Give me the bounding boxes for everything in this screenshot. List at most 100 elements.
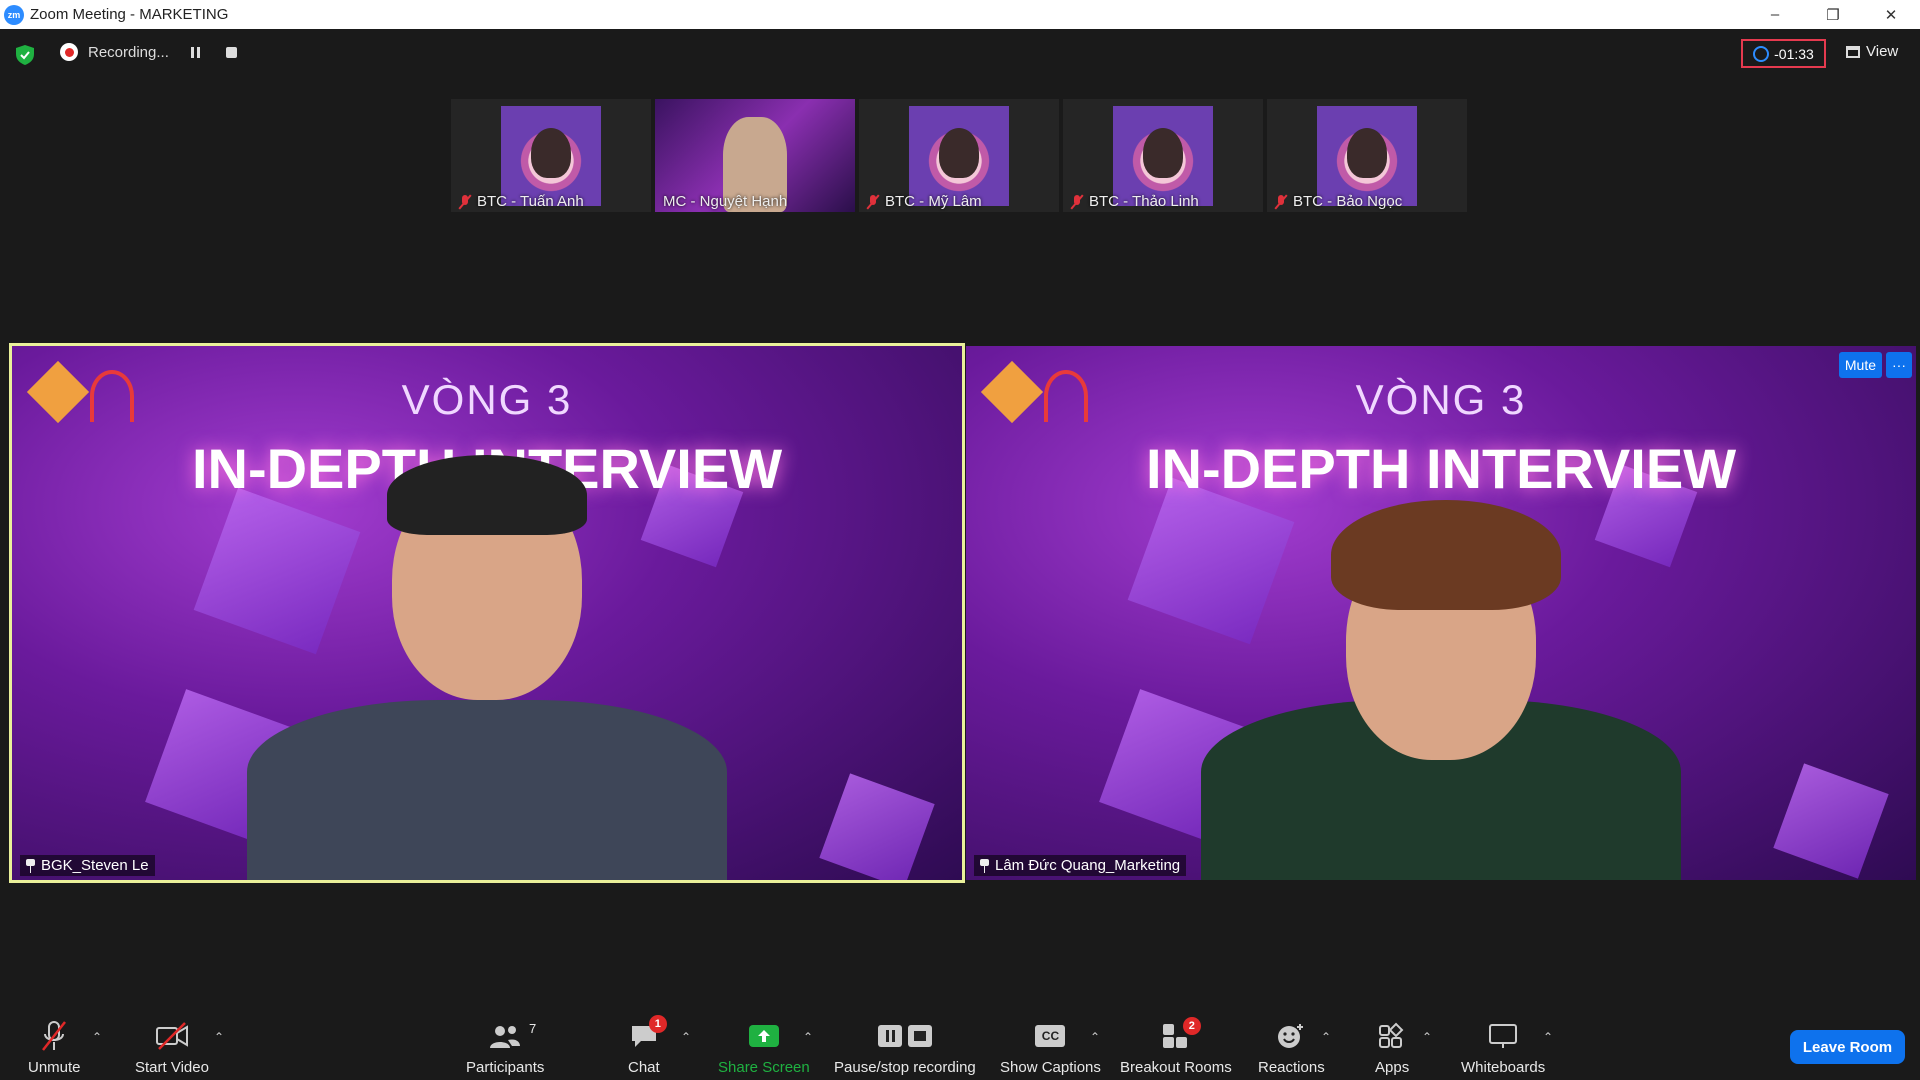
audio-options-chevron-icon[interactable]: ⌃ <box>92 1030 102 1044</box>
participant-name: BTC - Thảo Linh <box>1089 193 1199 210</box>
apps-options-chevron-icon[interactable]: ⌃ <box>1422 1030 1432 1044</box>
participants-label: Participants <box>466 1059 545 1076</box>
captions-icon: CC <box>1035 1025 1066 1047</box>
microphone-muted-icon <box>42 1021 67 1051</box>
minimize-button[interactable]: – <box>1746 0 1804 29</box>
video-tile-active-speaker[interactable]: VÒNG 3 IN-DEPTH INTERVIEW BGK_Steven Le <box>9 343 965 883</box>
recording-label: Recording... <box>88 43 169 61</box>
mute-participant-button[interactable]: Mute <box>1838 352 1882 378</box>
participant-name-label: BGK_Steven Le <box>20 855 155 876</box>
participant-name-label: BTC - Bảo Ngọc <box>1275 193 1402 210</box>
whiteboards-button[interactable]: Whiteboards <box>1461 1019 1545 1076</box>
leave-room-button[interactable]: Leave Room <box>1790 1030 1905 1064</box>
participants-icon <box>490 1026 521 1048</box>
captions-options-chevron-icon[interactable]: ⌃ <box>1090 1030 1100 1044</box>
view-button[interactable]: View <box>1846 43 1898 60</box>
video-tile[interactable]: VÒNG 3 IN-DEPTH INTERVIEW Mute ··· Lâm Đ… <box>966 346 1916 880</box>
share-screen-label: Share Screen <box>718 1059 810 1076</box>
participant-video <box>1181 490 1701 880</box>
pause-stop-recording-button[interactable]: Pause/stop recording <box>834 1019 976 1076</box>
participant-name-label: MC - Nguyệt Hạnh <box>663 193 787 210</box>
breakout-rooms-label: Breakout Rooms <box>1120 1059 1232 1076</box>
chat-unread-badge: 1 <box>648 1015 667 1033</box>
recording-indicator: Recording... <box>60 43 237 61</box>
recording-dot-icon <box>60 43 78 61</box>
chat-label: Chat <box>628 1059 660 1076</box>
meeting-topbar: Recording... -01:33 View <box>0 29 1920 79</box>
pause-stop-recording-label: Pause/stop recording <box>834 1059 976 1076</box>
mic-muted-icon <box>1275 194 1287 209</box>
participant-name: BTC - Mỹ Lâm <box>885 193 982 210</box>
unmute-label: Unmute <box>28 1059 81 1076</box>
participant-thumbnail[interactable]: BTC - Thảo Linh <box>1063 99 1263 212</box>
participant-name: BTC - Tuấn Anh <box>477 193 584 210</box>
breakout-rooms-badge: 2 <box>1182 1017 1201 1035</box>
chat-button[interactable]: 1 Chat <box>628 1015 667 1076</box>
share-screen-button[interactable]: Share Screen <box>718 1019 810 1076</box>
avatar <box>909 106 1009 206</box>
participant-name-label: BTC - Thảo Linh <box>1071 193 1199 210</box>
timer-value: -01:33 <box>1774 45 1814 62</box>
pause-stop-recording-icon <box>877 1025 932 1047</box>
participant-thumbnail[interactable]: BTC - Mỹ Lâm <box>859 99 1059 212</box>
apps-label: Apps <box>1375 1059 1410 1076</box>
stop-recording-icon[interactable] <box>225 46 237 58</box>
participant-name: MC - Nguyệt Hạnh <box>663 193 788 210</box>
security-shield-icon[interactable] <box>16 45 34 65</box>
pin-icon <box>980 858 989 873</box>
participant-name-label: BTC - Tuấn Anh <box>459 193 584 210</box>
timer-clock-icon <box>1753 45 1770 62</box>
restore-button[interactable]: ❐ <box>1804 0 1862 29</box>
show-captions-button[interactable]: CC Show Captions <box>1000 1019 1101 1076</box>
apps-button[interactable]: Apps <box>1375 1019 1409 1076</box>
show-captions-label: Show Captions <box>1000 1059 1101 1076</box>
participant-name: BGK_Steven Le <box>41 857 149 874</box>
meeting-timer[interactable]: -01:33 <box>1741 39 1826 68</box>
mic-muted-icon <box>1071 194 1083 209</box>
avatar <box>501 106 601 206</box>
mic-muted-icon <box>459 194 471 209</box>
reactions-button[interactable]: Reactions <box>1258 1019 1325 1076</box>
participants-button[interactable]: 7 Participants <box>466 1019 544 1076</box>
window-title: Zoom Meeting - MARKETING <box>30 6 229 23</box>
video-options-chevron-icon[interactable]: ⌃ <box>214 1030 224 1044</box>
participant-name-label: Lâm Đức Quang_Marketing <box>974 855 1187 876</box>
avatar <box>1113 106 1213 206</box>
close-button[interactable]: ✕ <box>1862 0 1920 29</box>
window-titlebar: zm Zoom Meeting - MARKETING – ❐ ✕ <box>0 0 1920 29</box>
breakout-rooms-button[interactable]: 2 Breakout Rooms <box>1120 1017 1232 1076</box>
whiteboard-icon <box>1489 1024 1518 1048</box>
reactions-label: Reactions <box>1258 1059 1325 1076</box>
whiteboards-label: Whiteboards <box>1461 1059 1546 1076</box>
participants-count: 7 <box>528 1021 537 1036</box>
start-video-label: Start Video <box>135 1059 209 1076</box>
participant-name-label: BTC - Mỹ Lâm <box>867 193 982 210</box>
participant-name: BTC - Bảo Ngọc <box>1293 193 1403 210</box>
video-off-icon <box>155 1022 188 1050</box>
background-heading-small: VÒNG 3 <box>401 376 573 423</box>
apps-icon <box>1379 1022 1404 1048</box>
start-video-button[interactable]: Start Video <box>135 1019 209 1076</box>
participant-thumbnail[interactable]: MC - Nguyệt Hạnh <box>655 99 855 212</box>
more-options-button[interactable]: ··· <box>1886 352 1912 378</box>
pause-recording-icon[interactable] <box>190 46 200 58</box>
meeting-toolbar: Unmute ⌃ Start Video ⌃ 7 Participants 1 … <box>0 1005 1920 1080</box>
participant-thumbnail-strip: BTC - Tuấn Anh MC - Nguyệt Hạnh BTC - Mỹ… <box>451 99 1467 212</box>
pin-icon <box>26 858 35 873</box>
unmute-button[interactable]: Unmute <box>28 1019 81 1076</box>
grid-view-icon <box>1846 45 1860 58</box>
share-screen-icon <box>748 1025 779 1047</box>
reactions-smiley-icon <box>1278 1024 1304 1048</box>
participant-thumbnail[interactable]: BTC - Tuấn Anh <box>451 99 651 212</box>
whiteboards-options-chevron-icon[interactable]: ⌃ <box>1543 1030 1553 1044</box>
participant-video <box>227 450 747 880</box>
chat-options-chevron-icon[interactable]: ⌃ <box>681 1030 691 1044</box>
reactions-options-chevron-icon[interactable]: ⌃ <box>1321 1030 1331 1044</box>
zoom-logo-icon: zm <box>4 4 24 25</box>
participant-name: Lâm Đức Quang_Marketing <box>995 857 1181 874</box>
mic-muted-icon <box>867 194 879 209</box>
view-label: View <box>1866 43 1899 60</box>
share-options-chevron-icon[interactable]: ⌃ <box>803 1030 813 1044</box>
participant-thumbnail[interactable]: BTC - Bảo Ngọc <box>1267 99 1467 212</box>
avatar <box>1317 106 1417 206</box>
